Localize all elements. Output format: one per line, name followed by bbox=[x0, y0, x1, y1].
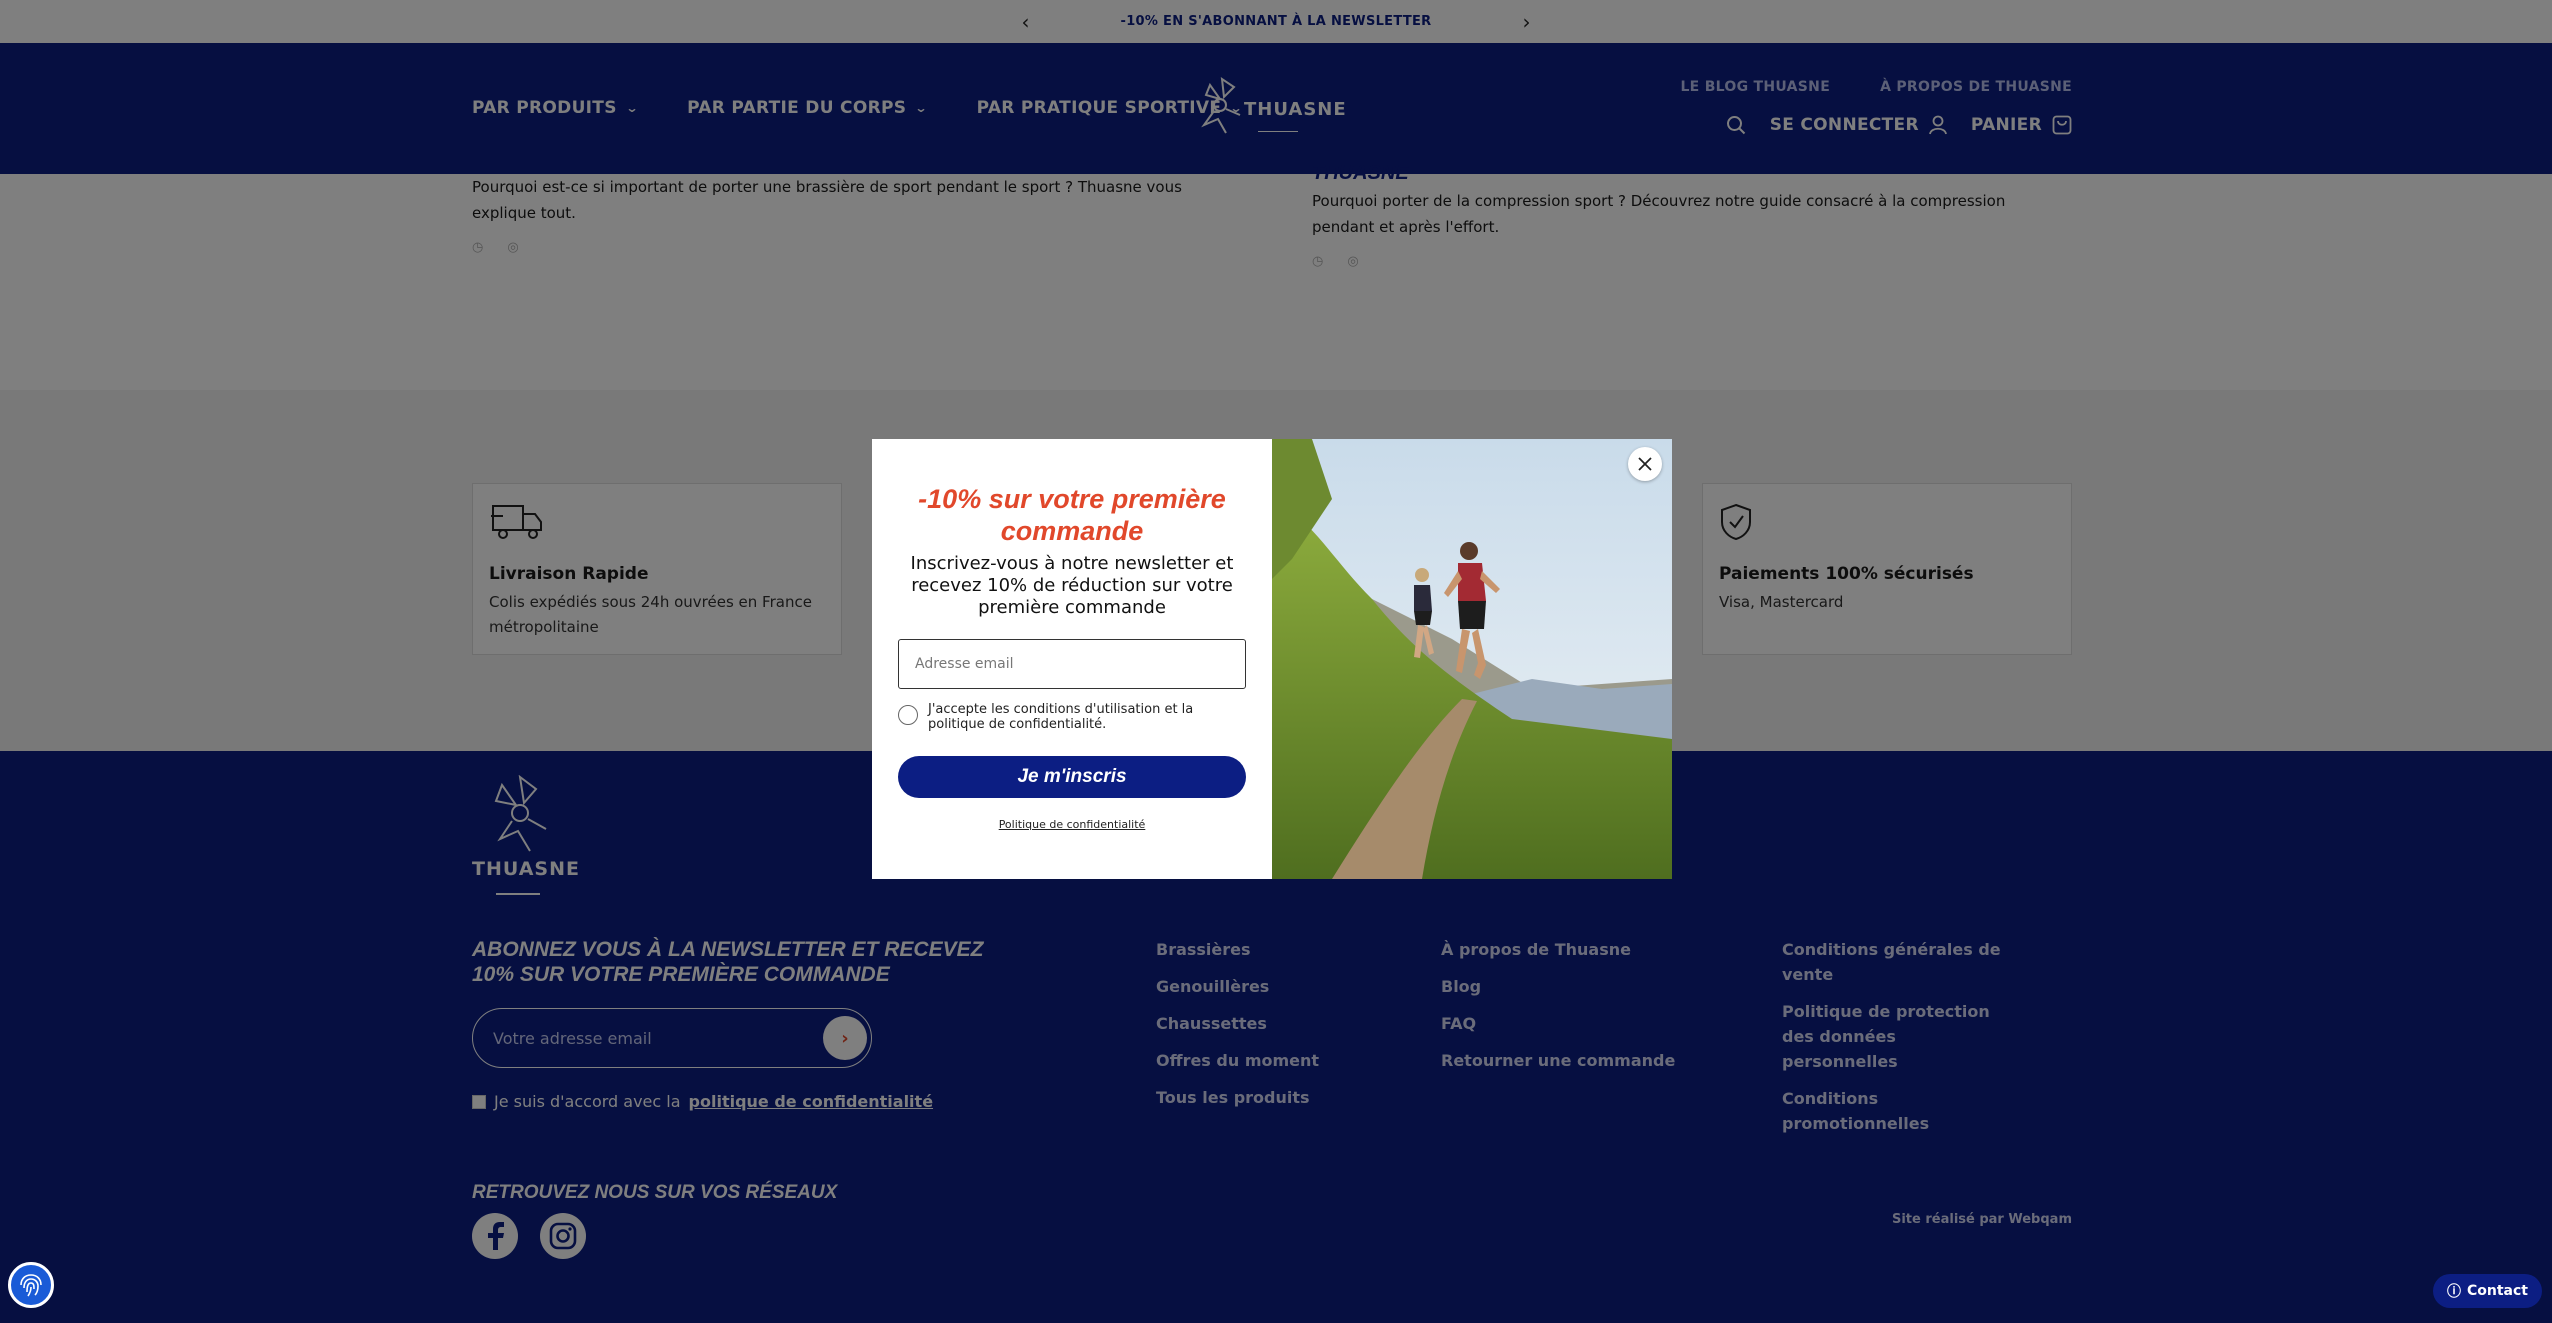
modal-form-panel: -10% sur votre première commande Inscriv… bbox=[872, 439, 1272, 879]
modal-close-button[interactable] bbox=[1628, 447, 1662, 481]
close-icon bbox=[1638, 457, 1652, 471]
contact-widget-button[interactable]: ⓘ Contact bbox=[2433, 1274, 2542, 1308]
contact-label: Contact bbox=[2467, 1283, 2528, 1299]
modal-consent-text: J'accepte les conditions d'utilisation e… bbox=[928, 702, 1194, 732]
modal-privacy-link[interactable]: Politique de confidentialité bbox=[898, 818, 1246, 831]
modal-photo-runners bbox=[1272, 439, 1672, 879]
modal-subtitle: Inscrivez-vous à notre newsletter et rec… bbox=[910, 553, 1234, 618]
modal-consent-radio[interactable] bbox=[898, 705, 918, 725]
modal-title: -10% sur votre première commande bbox=[918, 484, 1226, 546]
fingerprint-icon[interactable] bbox=[8, 1262, 54, 1308]
modal-email-placeholder: Adresse email bbox=[915, 656, 1014, 672]
newsletter-modal: -10% sur votre première commande Inscriv… bbox=[872, 439, 1672, 879]
modal-email-input[interactable]: Adresse email bbox=[898, 639, 1246, 689]
runners-photo bbox=[1272, 439, 1672, 879]
modal-subscribe-button[interactable]: Je m'inscris bbox=[898, 756, 1246, 798]
modal-consent: J'accepte les conditions d'utilisation e… bbox=[898, 702, 1246, 732]
help-icon: ⓘ bbox=[2447, 1284, 2461, 1300]
